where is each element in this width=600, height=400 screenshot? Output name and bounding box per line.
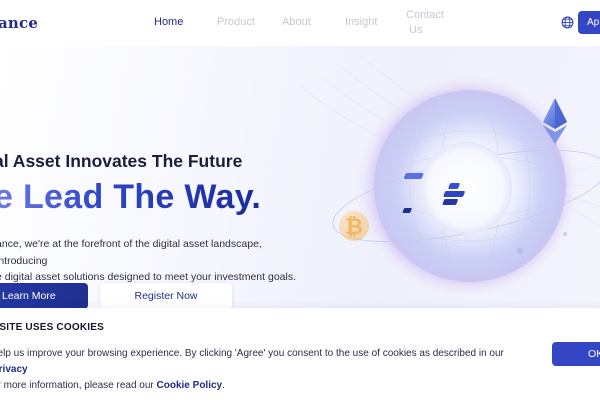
cookie-banner-title: BSITE USES COOKIES	[0, 322, 104, 333]
nav-contact-us[interactable]: Contact Us	[405, 8, 445, 38]
cookie-text-part1: help us improve your browsing experience…	[0, 348, 504, 359]
apply-button[interactable]: Ap	[578, 11, 600, 34]
cookie-policy-link[interactable]: Cookie Policy	[157, 380, 223, 391]
bitcoin-icon: ₿	[339, 211, 369, 241]
nav-home[interactable]: Home	[154, 15, 183, 30]
nav-contact-line2: Us	[409, 24, 423, 36]
cookie-text-line1: help us improve your browsing experience…	[0, 346, 537, 378]
nav-about[interactable]: About	[282, 15, 311, 30]
svg-text:₿: ₿	[345, 215, 363, 240]
hero-section: ₿ al Asset Innovates The Future e Lead T…	[0, 46, 600, 310]
page: ance Home Product About Insight Contact …	[0, 0, 600, 400]
hero-description-line1: ance, we're at the forefront of the digi…	[0, 238, 262, 267]
top-nav-bar: ance Home Product About Insight Contact …	[0, 0, 600, 46]
brand-logo[interactable]: ance	[0, 14, 38, 32]
register-now-button[interactable]: Register Now	[100, 283, 232, 309]
hero-subheading: al Asset Innovates The Future	[0, 151, 243, 171]
cookie-banner-text: help us improve your browsing experience…	[0, 346, 537, 394]
nav-insight[interactable]: Insight	[345, 15, 377, 30]
nav-contact-line1: Contact	[406, 9, 444, 21]
cookie-text-part2: or more information, please read our	[0, 380, 157, 391]
cookie-banner: BSITE USES COOKIES help us improve your …	[0, 308, 600, 400]
cookie-ok-button[interactable]: OK	[552, 342, 600, 366]
privacy-link[interactable]: Privacy	[0, 364, 28, 375]
hero-description: ance, we're at the forefront of the digi…	[0, 236, 306, 286]
globe-icon[interactable]	[561, 16, 574, 29]
nav-product[interactable]: Product	[217, 15, 255, 30]
hero-headline: e Lead The Way.	[0, 178, 261, 217]
cookie-text-line2: or more information, please read our Coo…	[0, 378, 537, 394]
learn-more-button[interactable]: Learn More	[0, 283, 88, 309]
cookie-text-part3: .	[222, 380, 225, 391]
